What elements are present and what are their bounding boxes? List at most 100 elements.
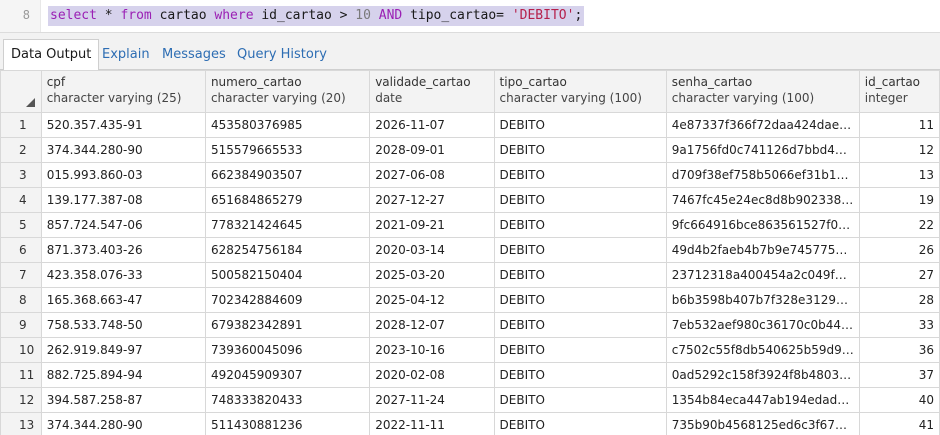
- cell-tipo-cartao[interactable]: DEBITO: [493, 187, 667, 213]
- column-header[interactable]: tipo_cartao character varying (100): [493, 70, 667, 113]
- column-header[interactable]: validade_cartao date: [369, 70, 495, 113]
- cell-numero-cartao[interactable]: 679382342891: [204, 312, 371, 338]
- cell-tipo-cartao[interactable]: DEBITO: [493, 237, 667, 263]
- row-number[interactable]: 10: [0, 337, 42, 363]
- table-row[interactable]: 1 520.357.435-91 453580376985 2026-11-07 DEB…: [0, 112, 940, 138]
- cell-senha-cartao[interactable]: d709f38ef758b5066ef31b1…: [665, 162, 860, 188]
- table-row[interactable]: 12 394.587.258-87 748333820433 2027-11-24 DE…: [0, 387, 940, 413]
- cell-validade-cartao[interactable]: 2020-03-14: [369, 237, 495, 263]
- cell-id-cartao[interactable]: 11: [858, 112, 940, 138]
- cell-id-cartao[interactable]: 40: [858, 387, 940, 413]
- cell-cpf[interactable]: 758.533.748-50: [40, 312, 206, 338]
- tab-query-history[interactable]: Query History: [231, 40, 333, 69]
- cell-senha-cartao[interactable]: 0ad5292c158f3924f8b4803…: [665, 362, 860, 388]
- cell-tipo-cartao[interactable]: DEBITO: [493, 212, 667, 238]
- row-number[interactable]: 2: [0, 137, 42, 163]
- cell-id-cartao[interactable]: 27: [858, 262, 940, 288]
- cell-senha-cartao[interactable]: 9fc664916bce863561527f0…: [665, 212, 860, 238]
- cell-validade-cartao[interactable]: 2028-09-01: [369, 137, 495, 163]
- cell-numero-cartao[interactable]: 739360045096: [204, 337, 371, 363]
- cell-tipo-cartao[interactable]: DEBITO: [493, 337, 667, 363]
- cell-id-cartao[interactable]: 19: [858, 187, 940, 213]
- cell-id-cartao[interactable]: 28: [858, 287, 940, 313]
- data-output-grid[interactable]: cpf character varying (25) numero_cartao c…: [0, 70, 940, 435]
- tab-data-output[interactable]: Data Output: [3, 39, 100, 71]
- row-number[interactable]: 3: [0, 162, 42, 188]
- cell-cpf[interactable]: 857.724.547-06: [40, 212, 206, 238]
- cell-cpf[interactable]: 165.368.663-47: [40, 287, 206, 313]
- cell-cpf[interactable]: 015.993.860-03: [40, 162, 206, 188]
- row-number[interactable]: 12: [0, 387, 42, 413]
- cell-id-cartao[interactable]: 41: [858, 412, 940, 435]
- table-row[interactable]: 11 882.725.894-94 492045909307 2020-02-08 DE…: [0, 362, 940, 388]
- table-row[interactable]: 4 139.177.387-08 651684865279 2027-12-27 DEB…: [0, 187, 940, 213]
- column-header[interactable]: cpf character varying (25): [40, 70, 206, 113]
- cell-validade-cartao[interactable]: 2025-03-20: [369, 262, 495, 288]
- cell-cpf[interactable]: 374.344.280-90: [40, 137, 206, 163]
- cell-validade-cartao[interactable]: 2026-11-07: [369, 112, 495, 138]
- cell-numero-cartao[interactable]: 453580376985: [204, 112, 371, 138]
- cell-validade-cartao[interactable]: 2023-10-16: [369, 337, 495, 363]
- cell-tipo-cartao[interactable]: DEBITO: [493, 287, 667, 313]
- cell-cpf[interactable]: 394.587.258-87: [40, 387, 206, 413]
- tab-messages[interactable]: Messages: [156, 40, 232, 69]
- cell-validade-cartao[interactable]: 2020-02-08: [369, 362, 495, 388]
- table-row[interactable]: 5 857.724.547-06 778321424645 2021-09-21 DEB…: [0, 212, 940, 238]
- cell-senha-cartao[interactable]: 9a1756fd0c741126d7bbd4…: [665, 137, 860, 163]
- cell-senha-cartao[interactable]: 1354b84eca447ab194edad…: [665, 387, 860, 413]
- row-number[interactable]: 7: [0, 262, 42, 288]
- cell-cpf[interactable]: 262.919.849-97: [40, 337, 206, 363]
- cell-id-cartao[interactable]: 36: [858, 337, 940, 363]
- table-row[interactable]: 6 871.373.403-26 628254756184 2020-03-14 DEB…: [0, 237, 940, 263]
- cell-numero-cartao[interactable]: 628254756184: [204, 237, 371, 263]
- cell-tipo-cartao[interactable]: DEBITO: [493, 412, 667, 435]
- cell-id-cartao[interactable]: 33: [858, 312, 940, 338]
- row-number[interactable]: 6: [0, 237, 42, 263]
- row-number[interactable]: 5: [0, 212, 42, 238]
- cell-tipo-cartao[interactable]: DEBITO: [493, 312, 667, 338]
- cell-tipo-cartao[interactable]: DEBITO: [493, 362, 667, 388]
- cell-numero-cartao[interactable]: 511430881236: [204, 412, 371, 435]
- cell-senha-cartao[interactable]: 23712318a400454a2c049f…: [665, 262, 860, 288]
- cell-cpf[interactable]: 520.357.435-91: [40, 112, 206, 138]
- column-header[interactable]: id_cartao integer: [858, 70, 940, 113]
- cell-validade-cartao[interactable]: 2021-09-21: [369, 212, 495, 238]
- cell-numero-cartao[interactable]: 651684865279: [204, 187, 371, 213]
- table-row[interactable]: 7 423.358.076-33 500582150404 2025-03-20 DEB…: [0, 262, 940, 288]
- table-row[interactable]: 2 374.344.280-90 515579665533 2028-09-01 DEB…: [0, 137, 940, 163]
- cell-numero-cartao[interactable]: 748333820433: [204, 387, 371, 413]
- cell-senha-cartao[interactable]: 7eb532aef980c36170c0b44…: [665, 312, 860, 338]
- cell-validade-cartao[interactable]: 2025-04-12: [369, 287, 495, 313]
- cell-id-cartao[interactable]: 37: [858, 362, 940, 388]
- cell-senha-cartao[interactable]: 49d4b2faeb4b7b9e745775…: [665, 237, 860, 263]
- column-header[interactable]: senha_cartao character varying (100): [665, 70, 860, 113]
- cell-id-cartao[interactable]: 12: [858, 137, 940, 163]
- cell-numero-cartao[interactable]: 515579665533: [204, 137, 371, 163]
- cell-tipo-cartao[interactable]: DEBITO: [493, 137, 667, 163]
- cell-senha-cartao[interactable]: c7502c55f8db540625b59d9…: [665, 337, 860, 363]
- cell-id-cartao[interactable]: 22: [858, 212, 940, 238]
- select-all-corner[interactable]: [0, 70, 42, 113]
- cell-numero-cartao[interactable]: 500582150404: [204, 262, 371, 288]
- cell-validade-cartao[interactable]: 2022-11-11: [369, 412, 495, 435]
- cell-senha-cartao[interactable]: 4e87337f366f72daa424dae…: [665, 112, 860, 138]
- cell-tipo-cartao[interactable]: DEBITO: [493, 387, 667, 413]
- row-number[interactable]: 13: [0, 412, 42, 435]
- cell-cpf[interactable]: 423.358.076-33: [40, 262, 206, 288]
- row-number[interactable]: 11: [0, 362, 42, 388]
- cell-cpf[interactable]: 871.373.403-26: [40, 237, 206, 263]
- row-number[interactable]: 8: [0, 287, 42, 313]
- row-number[interactable]: 4: [0, 187, 42, 213]
- table-row[interactable]: 10 262.919.849-97 739360045096 2023-10-16 DE…: [0, 337, 940, 363]
- table-row[interactable]: 3 015.993.860-03 662384903507 2027-06-08 DEB…: [0, 162, 940, 188]
- table-row[interactable]: 9 758.533.748-50 679382342891 2028-12-07 DEB…: [0, 312, 940, 338]
- cell-tipo-cartao[interactable]: DEBITO: [493, 112, 667, 138]
- table-row[interactable]: 13 374.344.280-90 511430881236 2022-11-11 DE…: [0, 412, 940, 435]
- cell-cpf[interactable]: 139.177.387-08: [40, 187, 206, 213]
- sql-query-line[interactable]: select * from cartao where id_cartao > 1…: [48, 6, 585, 26]
- cell-numero-cartao[interactable]: 702342884609: [204, 287, 371, 313]
- cell-cpf[interactable]: 882.725.894-94: [40, 362, 206, 388]
- table-row[interactable]: 8 165.368.663-47 702342884609 2025-04-12 DEB…: [0, 287, 940, 313]
- cell-senha-cartao[interactable]: 735b90b4568125ed6c3f67…: [665, 412, 860, 435]
- cell-numero-cartao[interactable]: 492045909307: [204, 362, 371, 388]
